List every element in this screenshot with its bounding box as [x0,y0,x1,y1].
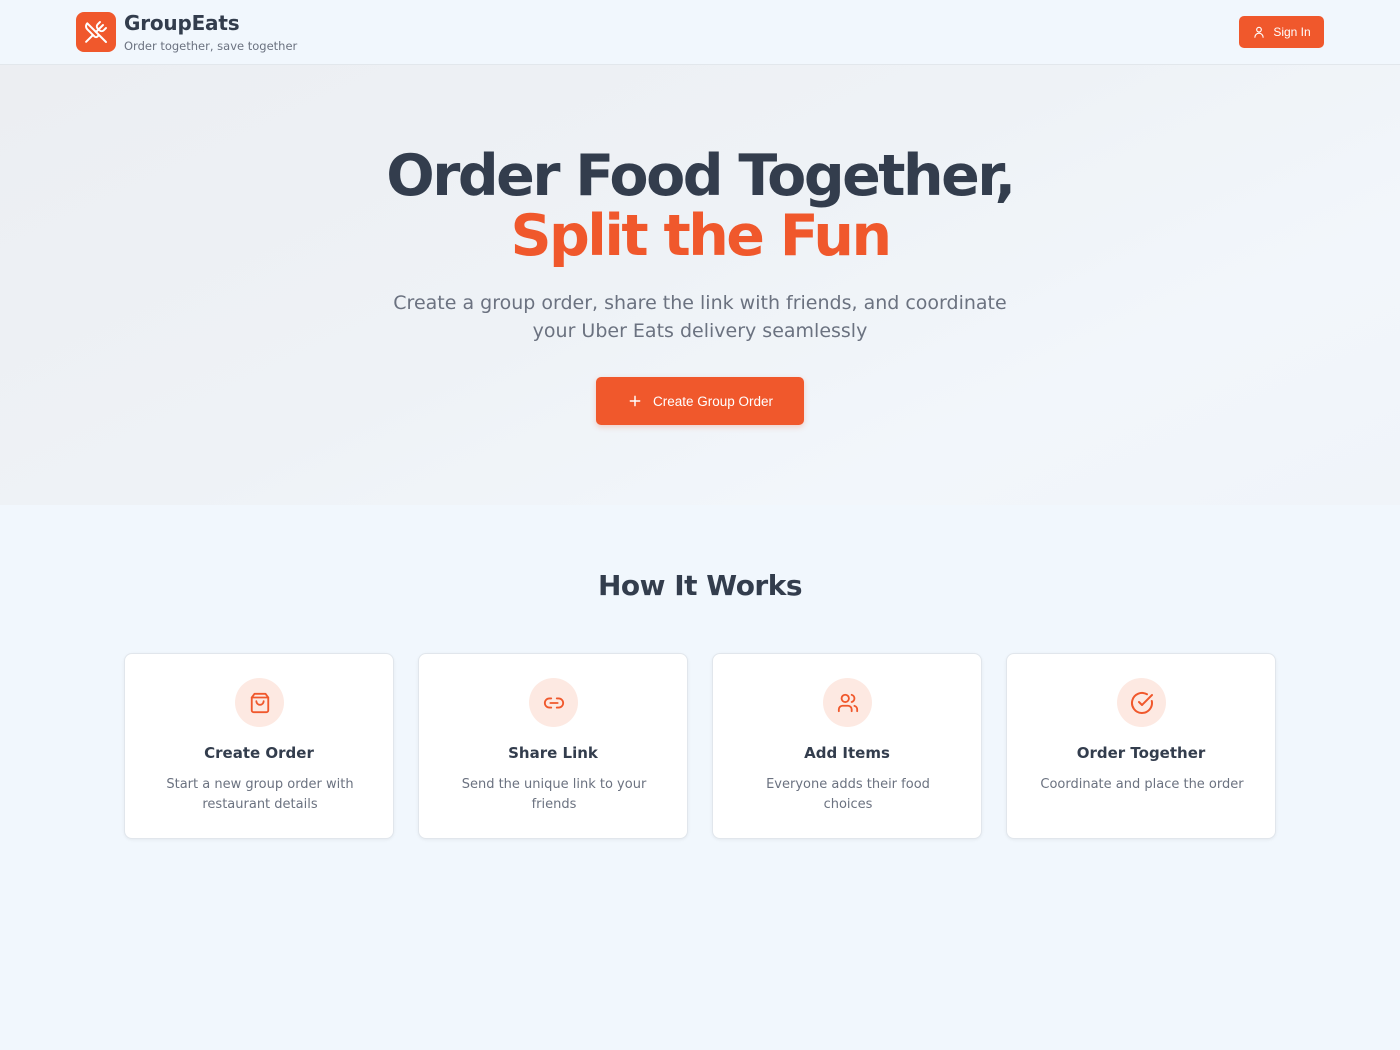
users-icon [837,693,858,712]
hero-section: Order Food Together, Split the Fun Creat… [0,65,1400,505]
hero-subtitle: Create a group order, share the link wit… [393,292,1007,342]
step-icon-circle [1117,678,1166,727]
step-description: Send the unique link to your friends [461,777,647,812]
link-icon [543,697,564,708]
hero-title-line1: Order Food Together, [386,143,1016,209]
step-description: Coordinate and place the order [1040,777,1244,792]
how-it-works-title: How It Works [597,569,803,602]
step-title: Share Link [508,744,598,762]
create-group-order-label: Create Group Order [652,393,774,409]
top-header: GroupEats Order together, save together … [0,0,1400,65]
create-group-order-button[interactable]: Create Group Order [596,377,804,425]
step-card-create-order: Create Order Start a new group order wit… [124,653,394,839]
step-card-add-items: Add Items Everyone adds their food choic… [712,653,982,839]
step-icon-circle [235,678,284,727]
brand-name[interactable]: GroupEats [124,11,240,35]
plus-icon [629,395,641,407]
hero-title-line2: Split the Fun [510,203,892,269]
utensils-crossed-icon [85,21,107,43]
step-title: Order Together [1076,744,1206,762]
step-icon-circle [529,678,578,727]
step-description: Start a new group order with restaurant … [166,777,354,812]
sign-in-label: Sign In [1273,25,1311,39]
step-icon-circle [823,678,872,727]
check-circle-icon [1130,691,1153,714]
brand-tagline: Order together, save together [124,39,298,53]
step-card-share-link: Share Link Send the unique link to your … [418,653,688,839]
step-card-order-together: Order Together Coordinate and place the … [1006,653,1276,839]
sign-in-button[interactable]: Sign In [1239,16,1324,48]
user-icon [1254,26,1264,38]
step-title: Create Order [204,744,314,762]
step-description: Everyone adds their food choices [766,777,930,812]
logo[interactable] [76,12,116,52]
shopping-bag-icon [250,692,269,713]
step-title: Add Items [804,744,890,762]
